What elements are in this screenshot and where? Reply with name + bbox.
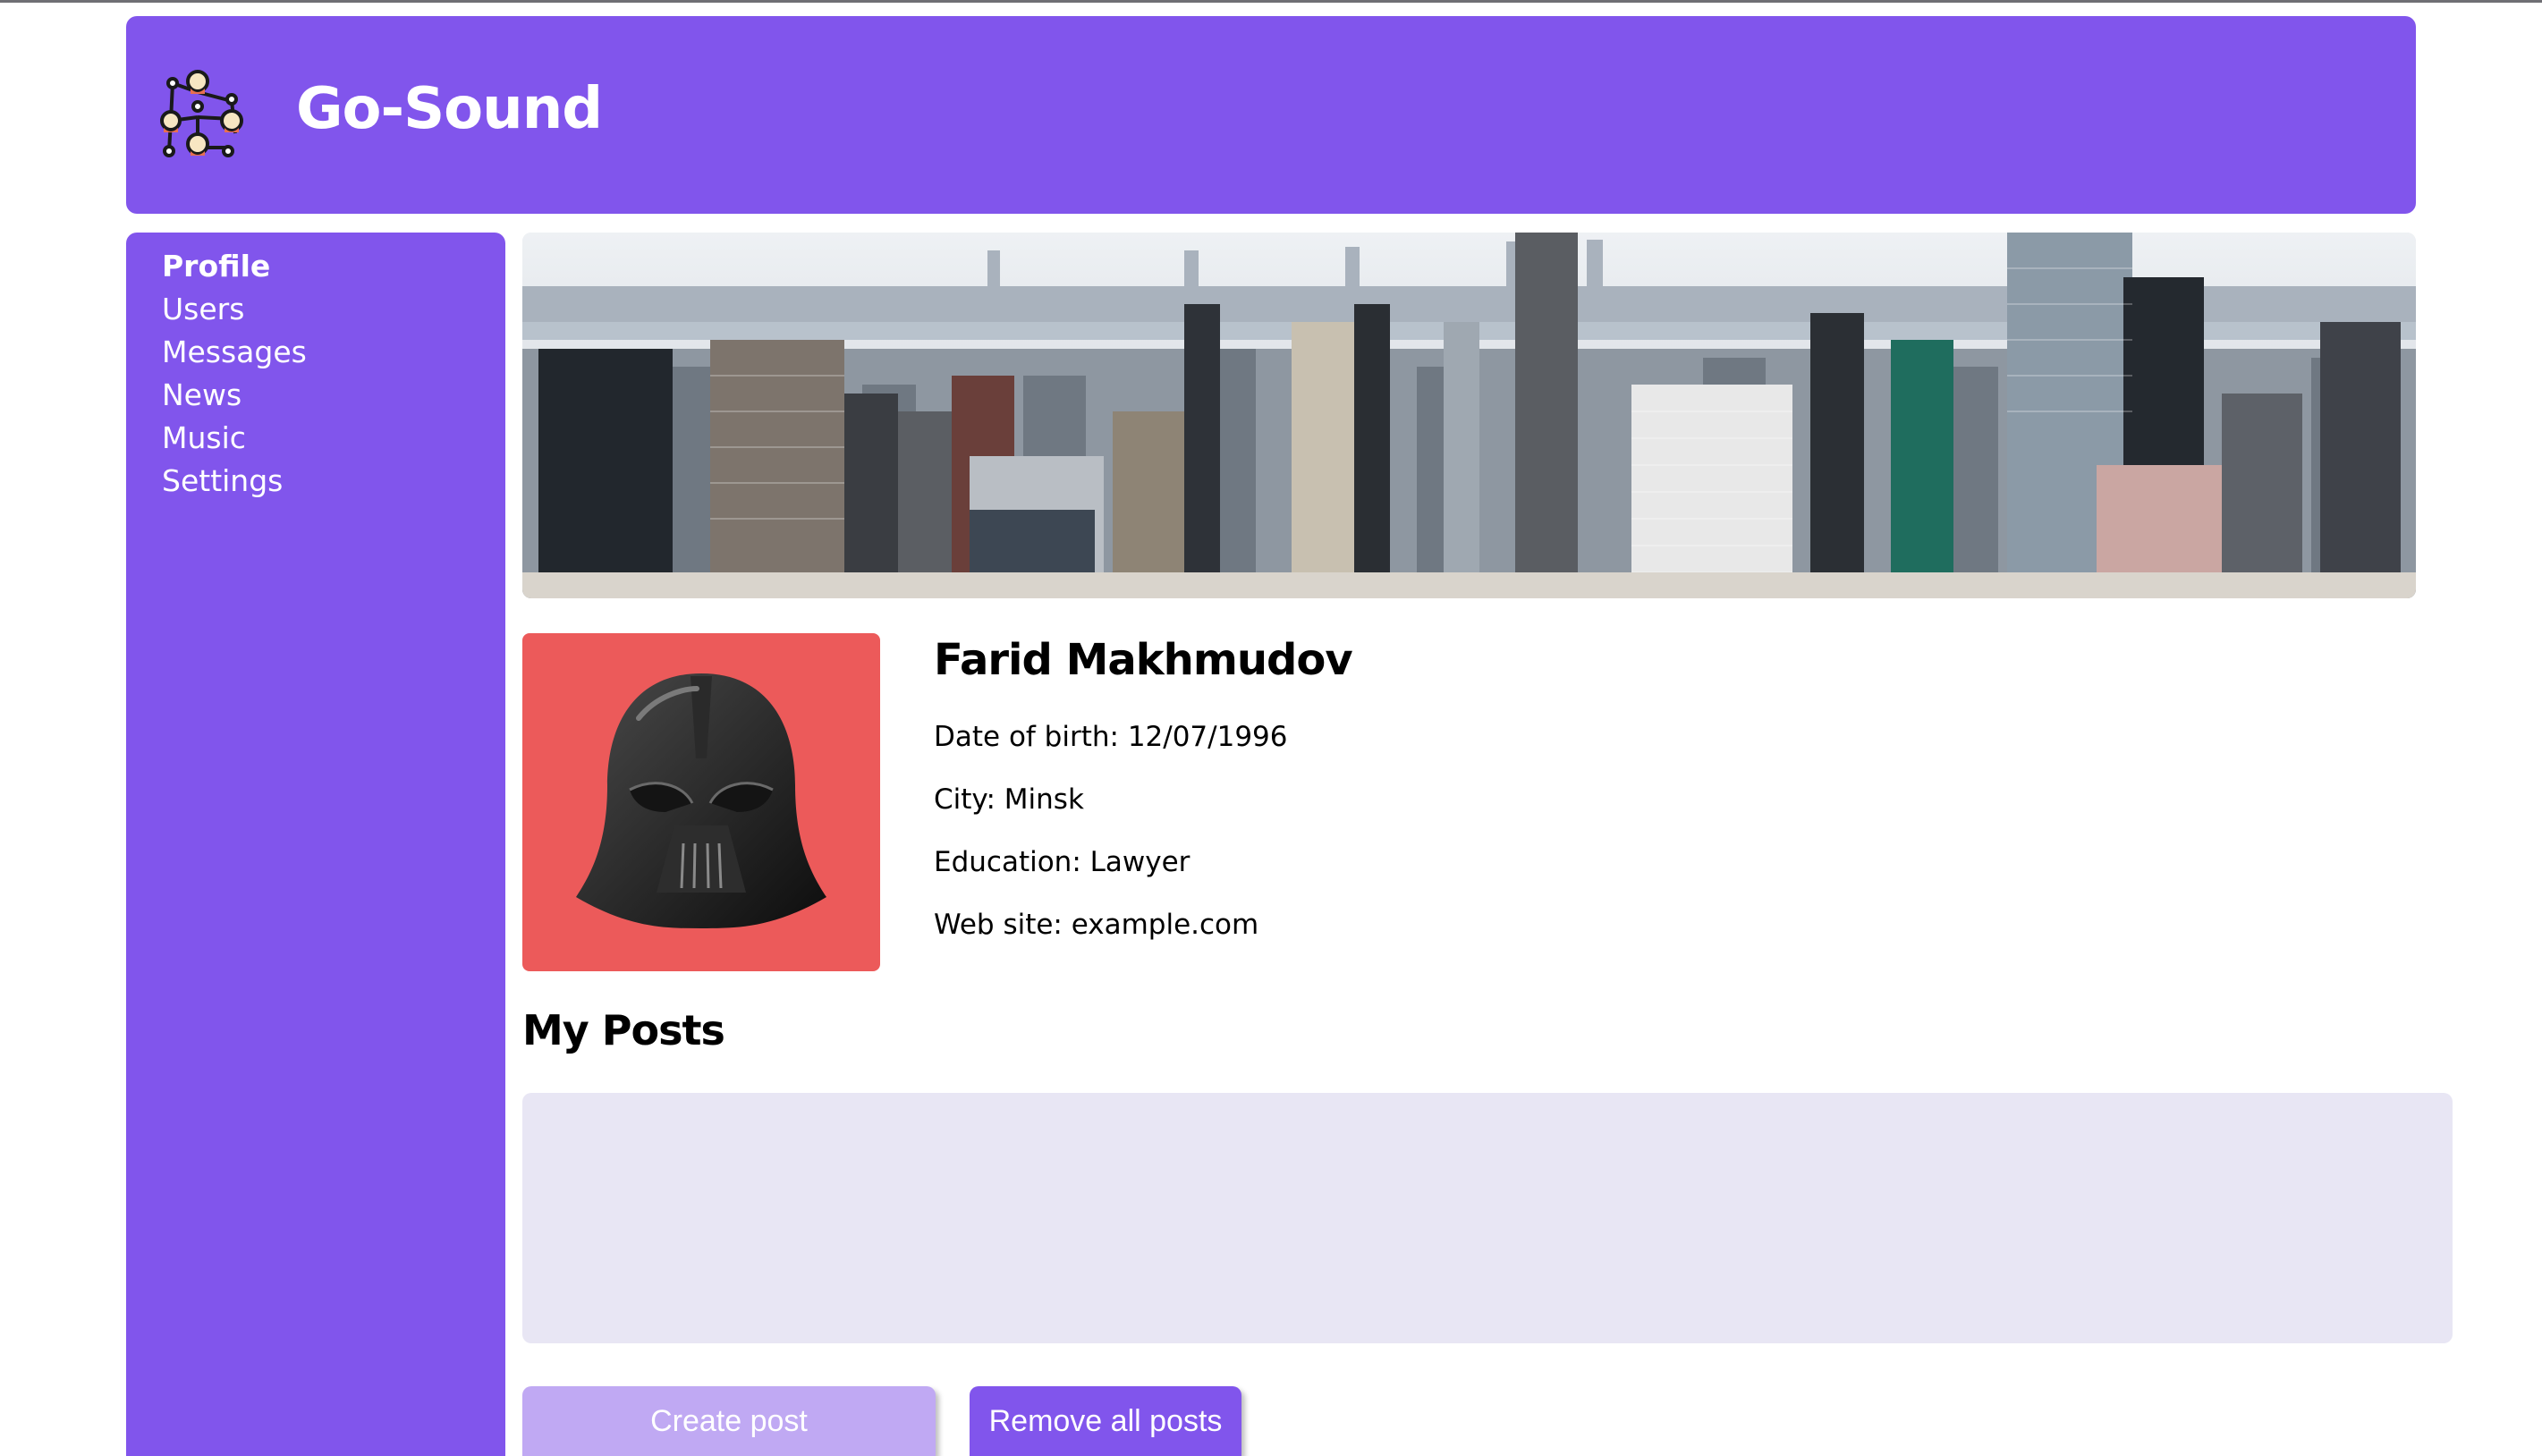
sidebar-item-users[interactable]: Users: [162, 288, 307, 331]
create-post-button[interactable]: Create post: [522, 1386, 936, 1456]
profile-website: Web site: example.com: [934, 909, 1259, 941]
sidebar-item-music[interactable]: Music: [162, 417, 307, 460]
remove-all-posts-button[interactable]: Remove all posts: [970, 1386, 1241, 1456]
profile-birth: Date of birth: 12/07/1996: [934, 721, 1288, 753]
avatar: [522, 633, 880, 971]
post-input[interactable]: [522, 1093, 2453, 1343]
posts-title: My Posts: [522, 1006, 725, 1054]
sidebar: Profile Users Messages News Music Settin…: [126, 233, 505, 1456]
sidebar-nav: Profile Users Messages News Music Settin…: [162, 245, 307, 503]
sidebar-item-messages[interactable]: Messages: [162, 331, 307, 374]
sidebar-item-news[interactable]: News: [162, 374, 307, 417]
profile-info: Farid Makhmudov Date of birth: 12/07/199…: [934, 633, 1353, 941]
network-of-people-icon[interactable]: [153, 65, 253, 165]
window-top-border: [0, 0, 2542, 3]
app-title: Go-Sound: [296, 76, 603, 142]
profile-name: Farid Makhmudov: [934, 635, 1353, 685]
profile-city: City: Minsk: [934, 783, 1084, 816]
sidebar-item-profile[interactable]: Profile: [162, 245, 307, 288]
profile-education: Education: Lawyer: [934, 846, 1191, 878]
darth-vader-helmet-icon: [576, 673, 826, 928]
sidebar-item-settings[interactable]: Settings: [162, 460, 307, 503]
app-header: Go-Sound: [126, 16, 2416, 214]
city-skyline-banner: [522, 233, 2416, 598]
